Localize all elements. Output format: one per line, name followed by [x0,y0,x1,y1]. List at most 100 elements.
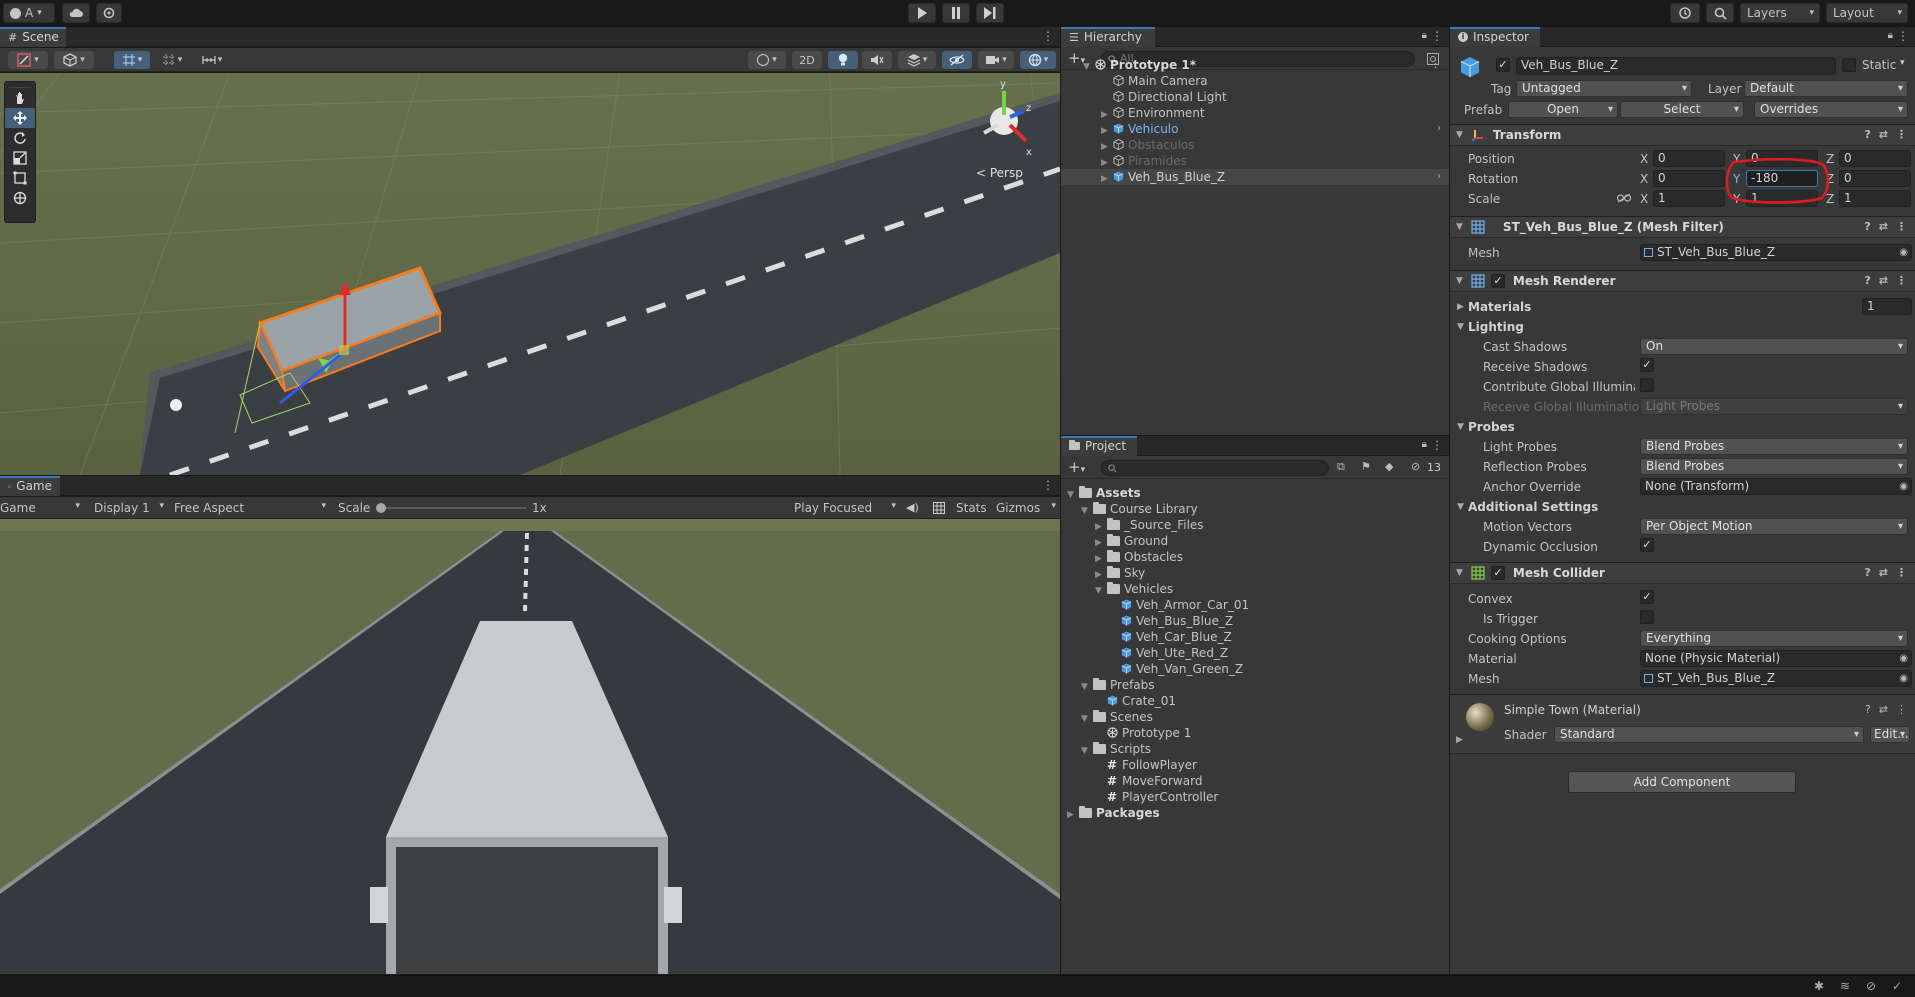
presets-icon[interactable]: ⇄ [1879,220,1888,233]
motion-vectors-dropdown[interactable]: Per Object Motion [1640,518,1908,535]
project-item[interactable]: # PlayerController [1095,789,1218,805]
probes-label[interactable]: Probes [1468,420,1515,434]
camera-dropdown[interactable]: ▾ [978,51,1014,69]
anchor-override-field[interactable]: None (Transform) ◉ [1640,478,1912,495]
contribute-gi-checkbox[interactable] [1640,378,1654,392]
additional-settings-label[interactable]: Additional Settings [1468,500,1598,514]
project-item[interactable]: ▼ Prefabs [1081,677,1155,693]
layers-dropdown[interactable]: Layers ▾ [1740,3,1820,23]
project-item[interactable]: ▶ Packages [1067,805,1160,821]
layout-dropdown[interactable]: Layout ▾ [1826,3,1908,23]
shading-dropdown[interactable]: ▾ [748,51,786,69]
reflection-probes-dropdown[interactable]: Blend Probes [1640,458,1908,475]
hierarchy-item[interactable]: ▶ Obstaculos [1061,137,1449,153]
object-picker-icon[interactable]: ◉ [1899,245,1908,260]
hierarchy-scene-row[interactable]: ▼ Prototype 1* [1083,57,1196,73]
convex-checkbox[interactable]: ✓ [1640,590,1654,604]
materials-count-field[interactable]: 1 [1862,298,1912,315]
project-item[interactable]: Veh_Car_Blue_Z [1109,629,1232,645]
project-item[interactable]: ▶ _Source_Files [1095,517,1204,533]
more-options-icon[interactable]: ⋮ [1430,57,1441,70]
dynamic-occlusion-checkbox[interactable]: ✓ [1640,538,1654,552]
foldout-open-icon[interactable]: ▼ [1457,322,1464,332]
bug-icon[interactable]: ✱ [1814,979,1824,993]
lighting-label[interactable]: Lighting [1468,320,1524,334]
help-icon[interactable]: ? [1865,703,1871,716]
play-focused-dropdown[interactable]: Play Focused ▾ [794,501,898,515]
hierarchy-item[interactable]: Directional Light [1061,89,1449,105]
presets-icon[interactable]: ⇄ [1879,274,1888,287]
more-options-icon[interactable]: ⋮ [1896,274,1907,287]
hand-tool-button[interactable] [5,88,35,108]
history-button[interactable] [1670,3,1700,23]
more-options-icon[interactable]: ⋮ [1042,478,1054,492]
project-item[interactable]: Veh_Van_Green_Z [1109,661,1243,677]
scale-x-field[interactable]: 1 [1653,190,1725,207]
scale-slider[interactable] [376,503,526,513]
project-item[interactable]: Veh_Ute_Red_Z [1109,645,1228,661]
presets-icon[interactable]: ⇄ [1879,566,1888,579]
scale-z-field[interactable]: 1 [1839,190,1911,207]
foldout-closed-icon[interactable]: ▶ [1457,302,1464,312]
hierarchy-item[interactable]: ▶ Piramides [1061,153,1449,169]
hidden-packages-icon[interactable]: ⊘ [1411,460,1420,473]
more-options-icon[interactable]: ⋮ [1896,566,1907,579]
project-item[interactable]: Crate_01 [1095,693,1176,709]
object-name-field[interactable]: Veh_Bus_Blue_Z [1516,57,1836,75]
tag-dropdown[interactable]: Untagged [1516,80,1692,97]
cast-shadows-dropdown[interactable]: On [1640,338,1908,355]
object-picker-icon[interactable]: ◉ [1899,651,1908,666]
grid-visibility-dropdown[interactable]: ▾ [156,51,188,69]
audio-toggle[interactable] [862,51,892,69]
persp-label[interactable]: < Persp [976,166,1023,180]
mesh-filter-mesh-field[interactable]: ST_Veh_Bus_Blue_Z ◉ [1640,244,1912,261]
object-picker-icon[interactable]: ◉ [1899,671,1908,686]
speaker-icon[interactable]: ◀) [906,501,919,514]
game-viewport[interactable] [0,519,1060,974]
hierarchy-item[interactable]: ▶ Vehiculo › [1061,121,1449,137]
presets-icon[interactable]: ⇄ [1879,703,1888,716]
layer-dropdown[interactable]: Default [1744,80,1908,97]
position-z-field[interactable]: 0 [1839,150,1911,167]
account-dropdown[interactable]: A ▾ [3,3,55,23]
project-search-input[interactable] [1101,460,1329,476]
project-item[interactable]: ▼ Vehicles [1095,581,1173,597]
favorite-icon[interactable]: ◆ [1385,460,1393,473]
add-component-button[interactable]: Add Component [1568,771,1796,793]
collab-button[interactable] [96,3,122,23]
rect-tool-button[interactable] [5,168,35,188]
is-trigger-checkbox[interactable] [1640,610,1654,624]
scale-x-label[interactable]: X [1640,192,1648,206]
receive-shadows-checkbox[interactable]: ✓ [1640,358,1654,372]
chevron-down-icon[interactable]: ▾ [1900,58,1905,68]
prefab-overrides-dropdown[interactable]: Overrides [1754,101,1908,118]
hierarchy-item[interactable]: ▶ Veh_Bus_Blue_Z › [1061,169,1449,185]
help-icon[interactable]: ? [1864,566,1870,579]
rotation-x-field[interactable]: 0 [1653,170,1725,187]
mesh-renderer-header[interactable]: ▼ ✓ Mesh Renderer ? ⇄ ⋮ [1450,270,1915,292]
more-options-icon[interactable]: ⋮ [1431,29,1443,43]
lock-icon[interactable]: 🔒︎ [1888,30,1893,41]
more-options-icon[interactable]: ⋮ [1431,438,1443,452]
stats-button[interactable]: Stats [956,501,987,515]
project-item[interactable]: ▶ Ground [1095,533,1168,549]
chevron-right-icon[interactable]: › [1437,121,1441,137]
object-picker-icon[interactable]: ◉ [1899,479,1908,494]
mesh-collider-header[interactable]: ▼ ✓ Mesh Collider ? ⇄ ⋮ [1450,562,1915,584]
aspect-dropdown[interactable]: Free Aspect ▾ [174,501,328,515]
light-probes-dropdown[interactable]: Blend Probes [1640,438,1908,455]
collider-material-field[interactable]: None (Physic Material) ◉ [1640,650,1912,667]
tab-scene[interactable]: # Scene [0,27,66,47]
network-icon[interactable]: ⊘ [1866,979,1876,993]
scale-tool-button[interactable] [5,148,35,168]
lighting-toggle[interactable] [828,51,858,69]
mesh-filter-header[interactable]: ▼ ST_Veh_Bus_Blue_Z (Mesh Filter) ? ⇄ ⋮ [1450,216,1915,238]
play-button[interactable] [908,3,936,23]
position-x-field[interactable]: 0 [1653,150,1725,167]
project-item[interactable]: Veh_Bus_Blue_Z [1109,613,1233,629]
hierarchy-item[interactable]: Main Camera [1061,73,1449,89]
gizmos-dropdown-game[interactable]: Gizmos ▾ [996,501,1056,515]
transform-header[interactable]: ▼ Transform ? ⇄ ⋮ [1450,124,1915,146]
project-item[interactable]: ▼ Scripts [1081,741,1151,757]
cloud-button[interactable] [62,3,90,23]
